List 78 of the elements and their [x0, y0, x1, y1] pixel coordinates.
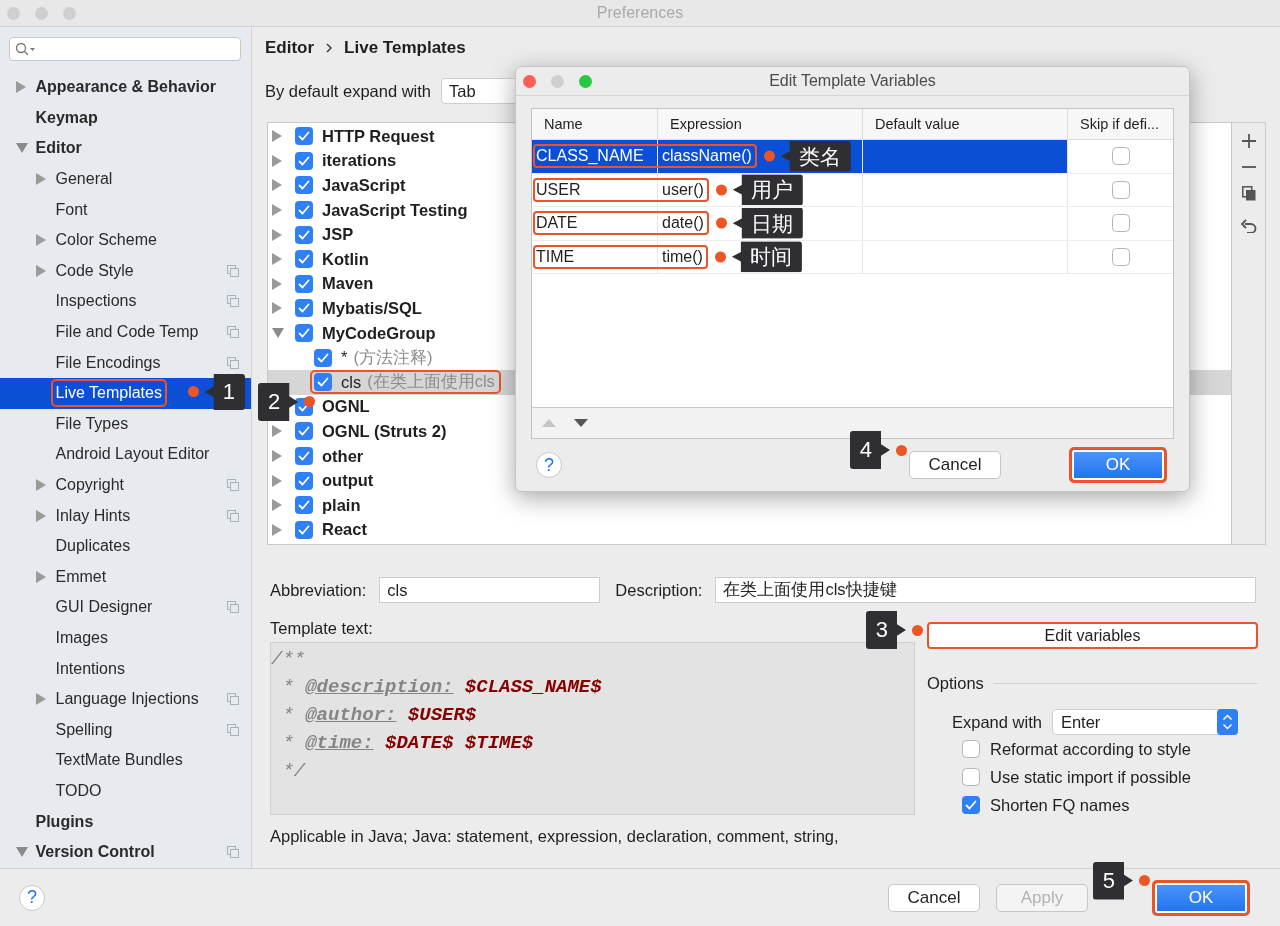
code-line: */: [281, 759, 307, 784]
group-name: Kotlin: [322, 249, 369, 269]
applicable-contexts-text: Applicable in Java; Java: statement, expression, declaration, comment, string,: [270, 827, 839, 846]
item-label: General: [54, 169, 114, 190]
section-title: Options: [927, 673, 984, 693]
dialog-title: Edit Template Variables: [768, 72, 937, 90]
group-name: Mybatis/SQL: [322, 298, 422, 318]
table-cell: time(): [662, 247, 703, 266]
group-name: JSP: [322, 225, 354, 245]
group-name: iterations: [322, 151, 397, 171]
group-name: output: [322, 471, 374, 491]
code-line: /**: [271, 647, 307, 672]
item-label: File Encodings: [54, 352, 162, 373]
group-name: JavaScript: [322, 176, 406, 195]
item-label: Inspections: [54, 291, 138, 312]
item-label: Editor: [34, 138, 83, 159]
item-label: Keymap: [34, 107, 99, 128]
group-name: JavaScript Testing: [322, 200, 468, 220]
template-abbreviation: *: [341, 348, 348, 368]
callout-tooltip: 4: [849, 431, 890, 469]
group-name: OGNL: [322, 397, 370, 417]
checkbox-label: Reformat according to style: [990, 739, 1191, 759]
field-label: Template text:: [270, 619, 373, 638]
field-label: Expand with: [952, 712, 1042, 732]
field-label: Abbreviation:: [270, 580, 367, 600]
table-cell: className(): [662, 147, 752, 166]
item-label: Images: [54, 628, 109, 648]
group-name: other: [322, 446, 364, 466]
item-label: Color Scheme: [54, 230, 158, 251]
code-line: * @description: $CLASS_NAME$: [281, 675, 603, 700]
item-label: Language Injections: [54, 689, 200, 710]
code-line: * @author: $USER$: [281, 703, 478, 728]
table-cell: USER: [532, 173, 658, 206]
item-label: File Types: [54, 413, 130, 434]
group-name: plain: [322, 495, 361, 515]
field-label: By default expand with: [265, 81, 432, 101]
item-label: Android Layout Editor: [54, 444, 211, 465]
item-label: Duplicates: [54, 536, 132, 557]
table-cell: user(): [662, 180, 704, 199]
item-label: File and Code Temp: [54, 322, 200, 343]
checkbox-label: Use static import if possible: [990, 767, 1191, 787]
item-label: Appearance & Behavior: [34, 77, 217, 98]
field-label: Description:: [615, 580, 703, 600]
callout-tooltip: 类名: [780, 140, 851, 172]
callout-tooltip: 1: [204, 373, 245, 410]
template-description: (方法注释): [353, 346, 433, 368]
group-name: Maven: [322, 274, 374, 294]
callout-tooltip: 5: [1092, 861, 1133, 900]
item-label: Emmet: [54, 566, 108, 587]
item-label: GUI Designer: [54, 597, 154, 618]
item-label: Version Control: [34, 842, 156, 863]
group-name: HTTP Request: [322, 126, 435, 146]
item-label: Copyright: [54, 475, 125, 495]
checkbox-label: Shorten FQ names: [990, 795, 1130, 815]
item-label: TODO: [54, 780, 103, 801]
template-abbreviation: cls: [341, 372, 362, 392]
item-label: Spelling: [54, 719, 114, 740]
group-name: React: [322, 520, 367, 540]
code-line: * @time: $DATE$ $TIME$: [281, 731, 535, 756]
group-name: OGNL (Struts 2): [322, 421, 447, 441]
item-label: TextMate Bundles: [54, 750, 184, 771]
table-cell: TIME: [532, 240, 658, 273]
table-cell: DATE: [532, 207, 658, 240]
callout-tooltip: 用户: [732, 174, 803, 206]
window-title: Preferences: [595, 4, 685, 22]
template-description: (在类上面使用cls: [367, 371, 495, 393]
item-label: Live Templates: [50, 379, 167, 408]
group-name: MyCodeGroup: [322, 323, 436, 343]
item-label: Intentions: [54, 658, 126, 679]
callout-tooltip: 日期: [732, 207, 803, 239]
item-label: Code Style: [54, 260, 135, 281]
item-label: Plugins: [34, 811, 95, 832]
callout-tooltip: 时间: [731, 241, 802, 273]
item-label: Inlay Hints: [54, 505, 132, 526]
callout-tooltip: 3: [865, 611, 906, 649]
item-label: Font: [54, 199, 89, 220]
callout-tooltip: 2: [258, 382, 299, 421]
table-cell: date(): [662, 214, 704, 233]
